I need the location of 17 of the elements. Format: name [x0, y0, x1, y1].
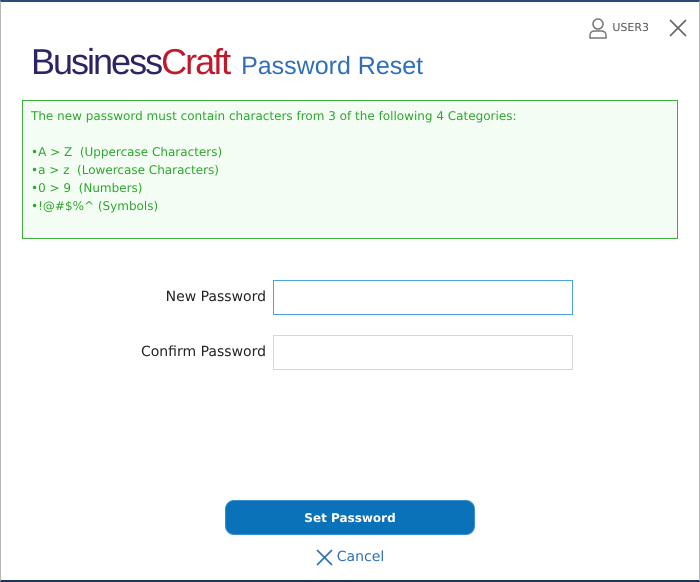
requirement-item: •A > Z (Uppercase Characters) — [31, 144, 222, 161]
close-icon — [316, 549, 333, 566]
requirements-intro: The new password must contain characters from 3 of the following 4 Categories: — [31, 108, 517, 125]
requirement-item: •a > z (Lowercase Characters) — [31, 162, 219, 179]
field-label: New Password — [164, 288, 267, 307]
password-field[interactable] — [273, 335, 573, 370]
user-icon — [588, 17, 608, 39]
page-title: Password Reset — [241, 54, 424, 80]
requirement-item: •0 > 9 (Numbers) — [31, 180, 142, 197]
field-label: Confirm Password — [140, 343, 267, 362]
set-password-button[interactable]: Set Password — [225, 500, 475, 535]
logo: BusinessCraft — [31, 44, 230, 80]
password-field[interactable] — [273, 280, 573, 315]
cancel-button[interactable]: Cancel — [316, 547, 384, 568]
close-icon[interactable] — [669, 19, 687, 37]
requirement-item: •!@#$%^ (Symbols) — [31, 198, 158, 215]
user-name: USER3 — [612, 20, 649, 36]
